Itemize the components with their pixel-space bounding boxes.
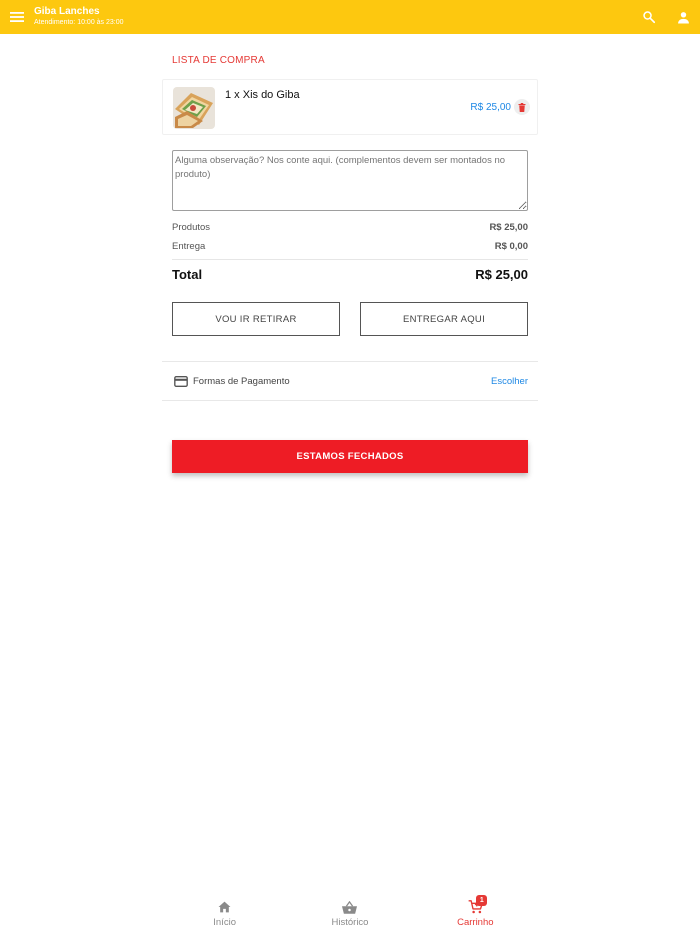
nav-label-cart: Carrinho — [457, 917, 494, 928]
remove-item-button[interactable] — [514, 99, 530, 115]
store-hours: Atendimento: 10:00 às 23:00 — [34, 19, 124, 26]
store-closed-button[interactable]: ESTAMOS FECHADOS — [172, 440, 528, 473]
app-bar-actions — [632, 0, 700, 34]
menu-button[interactable] — [0, 0, 34, 34]
nav-item-history[interactable]: Histórico — [287, 893, 412, 934]
payment-methods-label: Formas de Pagamento — [193, 375, 290, 387]
item-name: 1 x Xis do Giba — [225, 89, 300, 101]
cart-count-badge: 1 — [476, 895, 488, 906]
item-price: R$ 25,00 — [470, 102, 511, 113]
home-icon — [218, 901, 231, 913]
store-brand: Giba Lanches Atendimento: 10:00 às 23:00 — [34, 6, 124, 28]
total-row: Total R$ 25,00 — [172, 267, 528, 282]
delivery-value: R$ 0,00 — [494, 241, 528, 252]
nav-label-history: Histórico — [331, 917, 369, 928]
search-button[interactable] — [632, 0, 666, 34]
trash-icon — [518, 102, 526, 112]
pickup-button[interactable]: VOU IR RETIRAR — [172, 302, 340, 336]
total-value: R$ 25,00 — [475, 267, 528, 282]
nav-item-home[interactable]: Início — [162, 893, 287, 934]
basket-icon — [342, 900, 358, 914]
deliver-here-button[interactable]: ENTREGAR AQUI — [360, 302, 528, 336]
payment-methods-row[interactable]: Formas de Pagamento Escolher — [162, 361, 538, 401]
credit-card-icon — [174, 375, 188, 387]
total-label: Total — [172, 267, 203, 282]
notes-textarea[interactable] — [172, 150, 528, 211]
top-app-bar: Giba Lanches Atendimento: 10:00 às 23:00 — [0, 0, 700, 34]
nav-label-home: Início — [213, 917, 237, 928]
nav-item-cart[interactable]: 1 Carrinho — [413, 893, 538, 934]
account-button[interactable] — [666, 0, 700, 34]
products-label: Produtos — [172, 222, 211, 233]
section-title: LISTA DE COMPRA — [172, 55, 265, 66]
cart-item: 1 x Xis do Giba R$ 25,00 — [162, 79, 538, 135]
delivery-row: Entrega R$ 0,00 — [172, 241, 528, 252]
delivery-label: Entrega — [172, 241, 206, 252]
menu-icon — [10, 12, 24, 22]
choose-payment-link[interactable]: Escolher — [491, 376, 528, 387]
search-icon — [643, 11, 656, 24]
account-icon — [677, 11, 689, 23]
product-image — [173, 87, 215, 129]
products-value: R$ 25,00 — [489, 222, 528, 233]
summary-divider — [172, 259, 528, 260]
store-name: Giba Lanches — [34, 6, 100, 17]
bottom-navigation: Início Histórico 1 Carrinho — [162, 893, 538, 934]
products-row: Produtos R$ 25,00 — [172, 222, 528, 233]
